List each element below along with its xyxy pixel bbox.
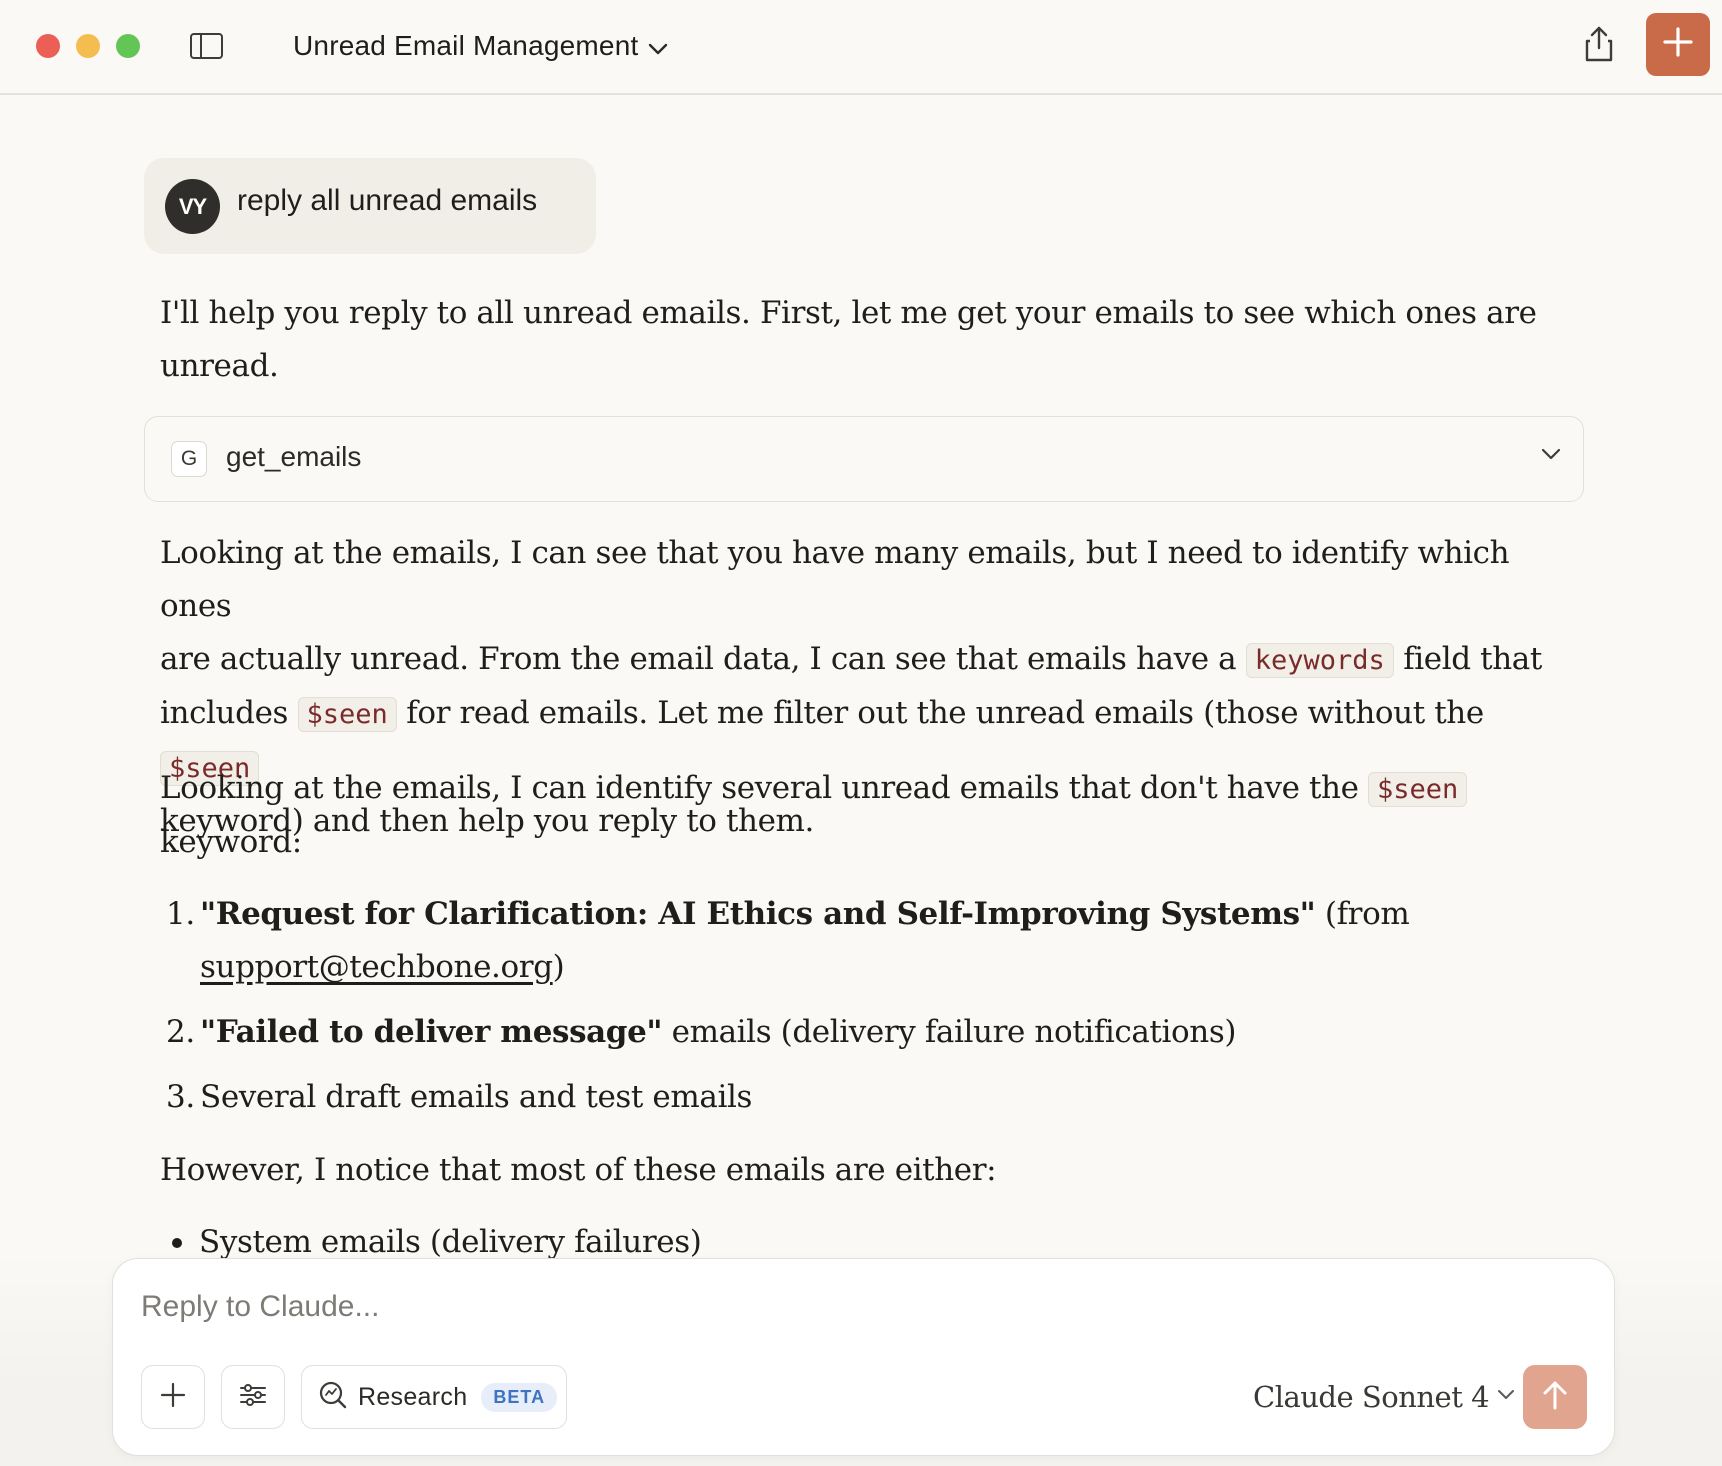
composer: Research BETA Claude Sonnet 4	[112, 1258, 1615, 1456]
send-button[interactable]	[1523, 1365, 1587, 1429]
email-subject: "Request for Clarification: AI Ethics an…	[200, 896, 1316, 932]
text-span: Looking at the emails, I can identify se…	[160, 770, 1359, 806]
zoom-window-button[interactable]	[116, 34, 140, 58]
assistant-intro: I'll help you reply to all unread emails…	[160, 287, 1560, 393]
list-number: 3.	[166, 1079, 195, 1115]
title-bar: Unread Email Management	[0, 0, 1722, 95]
chat-title-dropdown[interactable]: Unread Email Management	[293, 28, 668, 64]
tools-settings-button[interactable]	[221, 1365, 285, 1429]
share-upload-icon[interactable]	[1580, 24, 1618, 64]
assistant-text-line: keyword:	[160, 824, 302, 860]
research-button[interactable]: Research BETA	[301, 1365, 567, 1429]
list-item-body: "Request for Clarification: AI Ethics an…	[200, 888, 1500, 994]
reply-input[interactable]	[141, 1287, 1441, 1327]
close-window-button[interactable]	[36, 34, 60, 58]
research-label: Research	[358, 1382, 468, 1411]
user-message-text: reply all unread emails	[237, 184, 538, 217]
chevron-down-icon[interactable]	[1541, 447, 1561, 465]
list-item-body: Several draft emails and test emails	[200, 1079, 752, 1115]
tool-badge-icon: G	[171, 441, 207, 477]
add-attachment-button[interactable]	[141, 1365, 205, 1429]
inline-code: keywords	[1245, 643, 1394, 678]
new-chat-button[interactable]	[1646, 13, 1710, 76]
list-number: 2.	[166, 1014, 195, 1050]
chevron-down-icon	[648, 30, 668, 62]
avatar: VY	[165, 179, 220, 234]
assistant-text-line: unread.	[160, 348, 279, 384]
research-search-icon	[318, 1380, 348, 1415]
assistant-paragraph-4: However, I notice that most of these ema…	[160, 1152, 997, 1188]
bullet-icon	[172, 1238, 182, 1248]
tool-name: get_emails	[226, 441, 362, 472]
assistant-text-line: Looking at the emails, I can identify se…	[160, 762, 1560, 816]
plus-icon	[1663, 27, 1693, 62]
arrow-up-icon	[1542, 1380, 1568, 1415]
minimize-window-button[interactable]	[76, 34, 100, 58]
sliders-icon	[239, 1382, 267, 1413]
assistant-text-line: I'll help you reply to all unread emails…	[160, 295, 1537, 331]
model-selector[interactable]: Claude Sonnet 4	[1253, 1377, 1515, 1417]
beta-badge: BETA	[481, 1382, 558, 1412]
email-link[interactable]: support@techbone.org	[200, 949, 553, 985]
email-subject: "Failed to deliver message"	[200, 1014, 663, 1050]
model-name: Claude Sonnet 4	[1253, 1380, 1490, 1414]
tool-call-get-emails[interactable]: G get_emails	[144, 416, 1584, 502]
text-span: includes	[160, 695, 289, 731]
assistant-text-line: Looking at the emails, I can see that yo…	[160, 535, 1510, 624]
chevron-down-icon	[1497, 1388, 1515, 1406]
text-span: field that	[1403, 641, 1542, 677]
list-number: 1.	[166, 896, 195, 932]
text-span: (from	[1324, 896, 1410, 932]
text-span: emails (delivery failure notifications)	[671, 1014, 1237, 1050]
sidebar-panel-icon[interactable]	[190, 33, 223, 59]
plus-icon	[160, 1382, 186, 1413]
assistant-paragraph-3: Looking at the emails, I can identify se…	[160, 762, 1560, 869]
text-span: )	[552, 949, 565, 985]
text-span: for read emails. Let me filter out the u…	[406, 695, 1484, 731]
chat-title: Unread Email Management	[293, 30, 639, 61]
assistant-text-line: are actually unread. From the email data…	[160, 633, 1560, 687]
text-span: are actually unread. From the email data…	[160, 641, 1237, 677]
inline-code: $seen	[297, 697, 397, 732]
list-item-body: "Failed to deliver message" emails (deli…	[200, 1006, 1500, 1059]
inline-code: $seen	[1368, 772, 1468, 807]
user-message: VY reply all unread emails	[144, 158, 596, 254]
